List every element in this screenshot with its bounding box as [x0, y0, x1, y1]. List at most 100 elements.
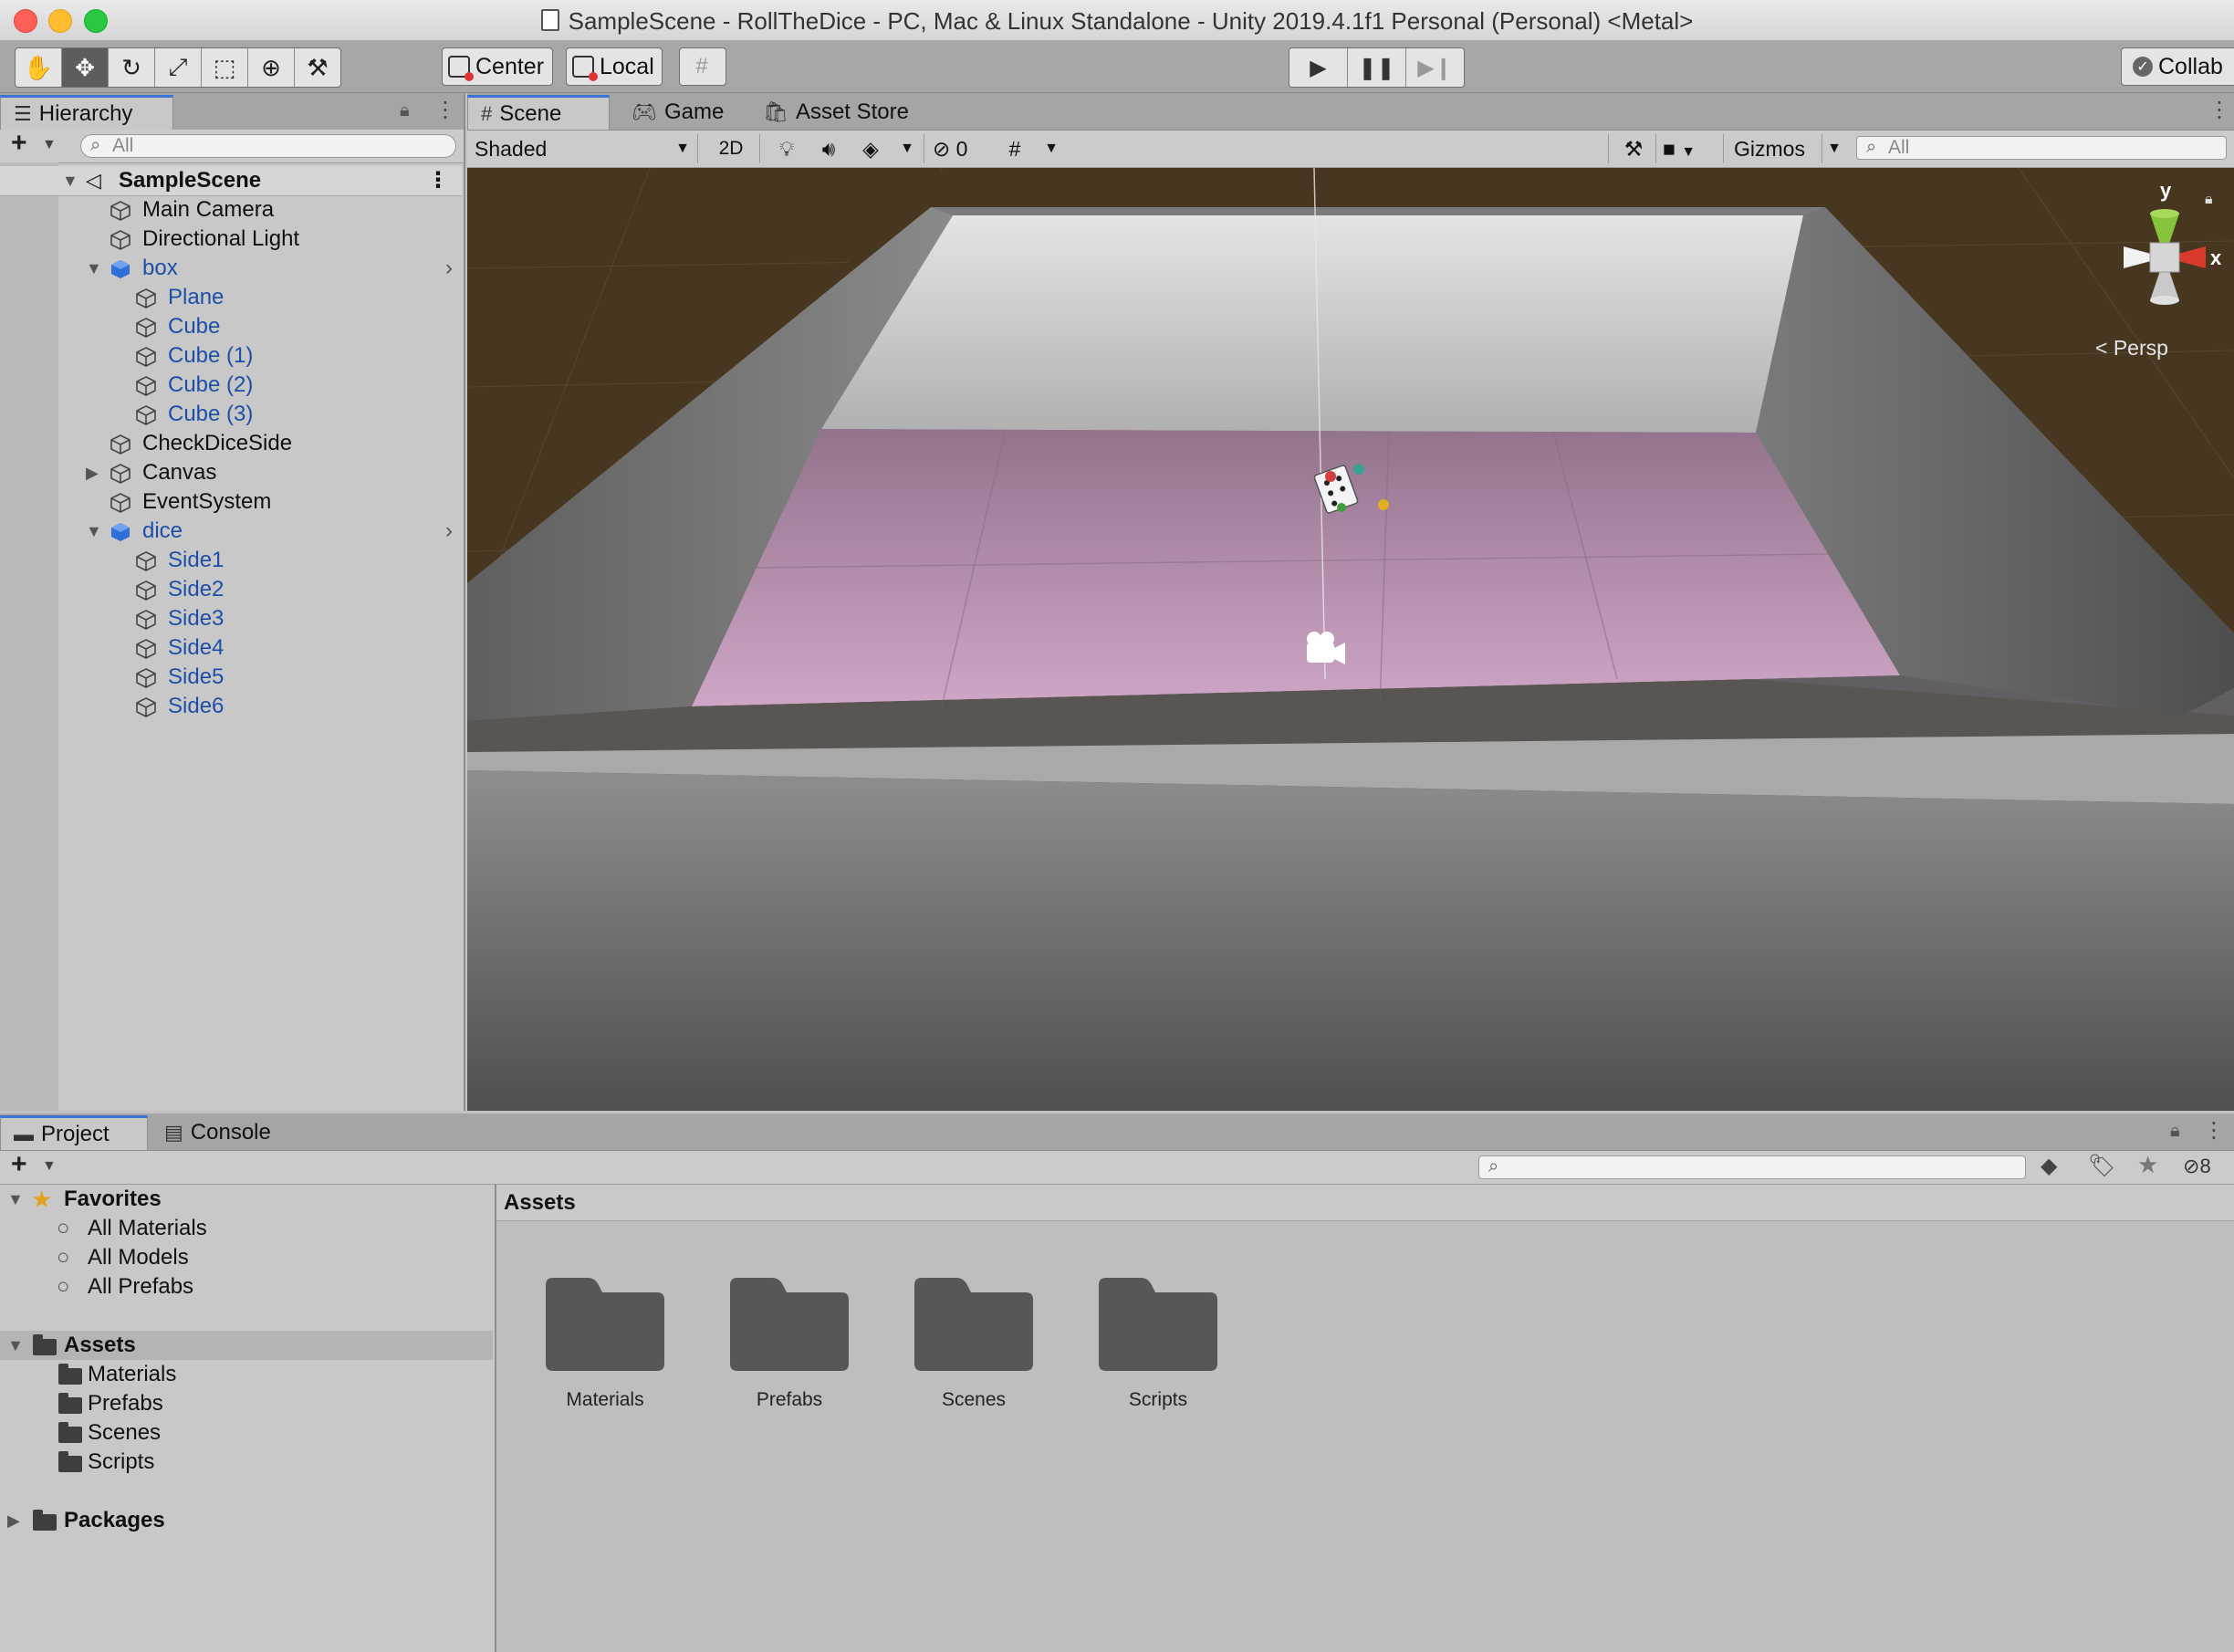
collapsed-arrow-icon[interactable]: ▶ — [7, 1506, 20, 1535]
create-dropdown-icon[interactable]: ▼ — [42, 1158, 57, 1175]
hierarchy-item[interactable]: Plane — [0, 283, 462, 312]
audio-toggle-button[interactable]: 🔊︎ — [812, 134, 845, 163]
scene-viewport[interactable]: y x 🔒︎ < Persp — [467, 168, 2234, 1111]
asset-folder-item[interactable]: Materials — [0, 1360, 493, 1389]
scale-tool-button[interactable]: ⤢ — [155, 48, 202, 87]
camera-settings-dropdown[interactable]: ■ ▼ — [1663, 134, 1717, 163]
grid-dropdown[interactable]: ▼ — [1040, 134, 1062, 163]
effects-toggle-button[interactable]: ◈ — [854, 134, 887, 163]
create-add-icon[interactable]: + — [11, 1149, 27, 1180]
pause-button[interactable]: ❚❚ — [1348, 48, 1406, 87]
2d-toggle-button[interactable]: 2D — [708, 134, 754, 163]
favorite-star-icon[interactable]: ★ — [2137, 1151, 2158, 1179]
scene-tools-button[interactable]: ⚒ — [1617, 134, 1650, 163]
favorites-row[interactable]: ▼ ★ Favorites — [0, 1185, 493, 1214]
hierarchy-search-input[interactable]: All — [80, 134, 456, 158]
transform-tool-button[interactable]: ⊕ — [248, 48, 295, 87]
hand-tool-button[interactable]: ✋ — [16, 48, 62, 87]
assets-breadcrumb[interactable]: Assets — [496, 1185, 2234, 1221]
hierarchy-item[interactable]: Side6 — [0, 692, 462, 721]
asset-folder-item[interactable]: Prefabs — [0, 1389, 493, 1418]
rotate-tool-button[interactable]: ↻ — [109, 48, 155, 87]
projection-toggle[interactable]: < Persp — [2095, 336, 2168, 361]
packages-row[interactable]: ▶ Packages — [0, 1506, 493, 1535]
expanded-arrow-icon[interactable]: ▼ — [62, 166, 78, 195]
lock-icon[interactable]: 🔒︎ — [2170, 1121, 2180, 1142]
rect-tool-button[interactable]: ⬚ — [202, 48, 248, 87]
asset-grid-folder[interactable]: Scripts — [1090, 1272, 1227, 1411]
lighting-toggle-button[interactable]: 💡︎ — [770, 134, 803, 163]
hierarchy-item[interactable]: Side4 — [0, 633, 462, 663]
effects-dropdown[interactable]: ▼ — [896, 134, 918, 163]
kebab-menu-icon[interactable]: ⋮ — [2208, 97, 2230, 123]
search-by-type-icon[interactable]: ◆ — [2041, 1153, 2057, 1179]
hierarchy-item[interactable]: Main Camera — [0, 195, 462, 225]
grid-hash-icon: # — [481, 101, 493, 125]
expanded-arrow-icon[interactable]: ▼ — [7, 1185, 24, 1214]
grid-toggle-button[interactable]: # — [998, 134, 1031, 163]
project-search-input[interactable] — [1478, 1155, 2026, 1179]
open-prefab-chevron-icon[interactable]: › — [445, 517, 453, 546]
tab-asset-store[interactable]: 🛍︎ Asset Store — [750, 95, 933, 130]
lock-icon[interactable]: 🔒︎ — [400, 100, 410, 121]
scene-search-input[interactable]: All — [1856, 136, 2227, 160]
tab-game[interactable]: 🎮︎ Game — [619, 95, 737, 130]
tab-scene[interactable]: # Scene — [467, 95, 610, 130]
hierarchy-item[interactable]: Cube — [0, 312, 462, 341]
asset-folder-item[interactable]: Scripts — [0, 1448, 493, 1477]
grid-snap-button[interactable]: # — [679, 47, 726, 86]
play-button[interactable]: ▶ — [1289, 48, 1348, 87]
collapsed-arrow-icon[interactable]: ▶ — [86, 458, 99, 487]
asset-grid-folder[interactable]: Prefabs — [721, 1272, 858, 1411]
hierarchy-item[interactable]: Side5 — [0, 663, 462, 692]
kebab-menu-icon[interactable]: ⋮ — [2203, 1117, 2225, 1144]
tab-console[interactable]: ▤ Console — [151, 1115, 298, 1150]
tab-project[interactable]: ▬ Project — [0, 1115, 148, 1150]
scene-row[interactable]: ▼ ◁ SampleScene ⋮ — [0, 166, 462, 196]
assets-row[interactable]: ▼ Assets — [0, 1331, 493, 1360]
favorites-item[interactable]: ○ All Models — [0, 1243, 493, 1272]
pivot-mode-button[interactable]: Center — [442, 47, 553, 86]
gizmo-x-label[interactable]: x — [2210, 246, 2221, 270]
hidden-packages-toggle[interactable]: ⊘8 — [2183, 1155, 2211, 1178]
shading-mode-dropdown[interactable]: Shaded ▼ — [475, 134, 690, 163]
expanded-arrow-icon[interactable]: ▼ — [7, 1331, 24, 1360]
scene-visibility-toggle[interactable]: ⊘ 0 — [933, 134, 987, 163]
collab-button[interactable]: ✓ Collab — [2121, 47, 2234, 86]
hierarchy-item[interactable]: Cube (2) — [0, 371, 462, 400]
asset-folder-item[interactable]: Scenes — [0, 1418, 493, 1448]
asset-grid-folder[interactable]: Scenes — [905, 1272, 1042, 1411]
custom-tool-button[interactable]: ⚒ — [295, 48, 340, 87]
tools-icon: ⚒ — [307, 53, 329, 81]
hierarchy-item[interactable]: Side2 — [0, 575, 462, 604]
move-tool-button[interactable]: ✥ — [62, 48, 109, 87]
scene-menu-icon[interactable]: ⋮ — [427, 166, 449, 195]
hierarchy-item[interactable]: Directional Light — [0, 225, 462, 254]
create-add-icon[interactable]: + — [11, 128, 27, 159]
open-prefab-chevron-icon[interactable]: › — [445, 254, 453, 283]
hierarchy-item[interactable]: ▶ Canvas — [0, 458, 462, 487]
gizmo-lock-icon[interactable]: 🔒︎ — [2205, 192, 2213, 208]
create-dropdown-icon[interactable]: ▼ — [42, 137, 57, 153]
hierarchy-item[interactable]: Cube (3) — [0, 400, 462, 429]
tab-hierarchy[interactable]: ☰ Hierarchy — [0, 95, 173, 130]
gizmos-dropdown[interactable]: ▼ — [1822, 134, 1846, 163]
hierarchy-item[interactable]: ▼ dice › — [0, 517, 462, 546]
hierarchy-item[interactable]: Side3 — [0, 604, 462, 633]
gizmos-button[interactable]: Gizmos — [1725, 134, 1834, 163]
pivot-rotation-button[interactable]: Local — [566, 47, 663, 86]
hierarchy-item[interactable]: CheckDiceSide — [0, 429, 462, 458]
expanded-arrow-icon[interactable]: ▼ — [86, 254, 102, 283]
search-by-label-icon[interactable]: 🏷︎ — [2088, 1153, 2115, 1179]
hierarchy-item[interactable]: EventSystem — [0, 487, 462, 517]
kebab-menu-icon[interactable]: ⋮ — [434, 97, 456, 123]
favorites-item[interactable]: ○ All Prefabs — [0, 1272, 493, 1302]
hierarchy-item[interactable]: Side1 — [0, 546, 462, 575]
hierarchy-item[interactable]: ▼ box › — [0, 254, 462, 283]
gizmo-y-label[interactable]: y — [2160, 179, 2171, 203]
expanded-arrow-icon[interactable]: ▼ — [86, 517, 102, 546]
favorites-item[interactable]: ○ All Materials — [0, 1214, 493, 1243]
hierarchy-item[interactable]: Cube (1) — [0, 341, 462, 371]
step-button[interactable]: ▶❙ — [1406, 48, 1464, 87]
asset-grid-folder[interactable]: Materials — [537, 1272, 673, 1411]
